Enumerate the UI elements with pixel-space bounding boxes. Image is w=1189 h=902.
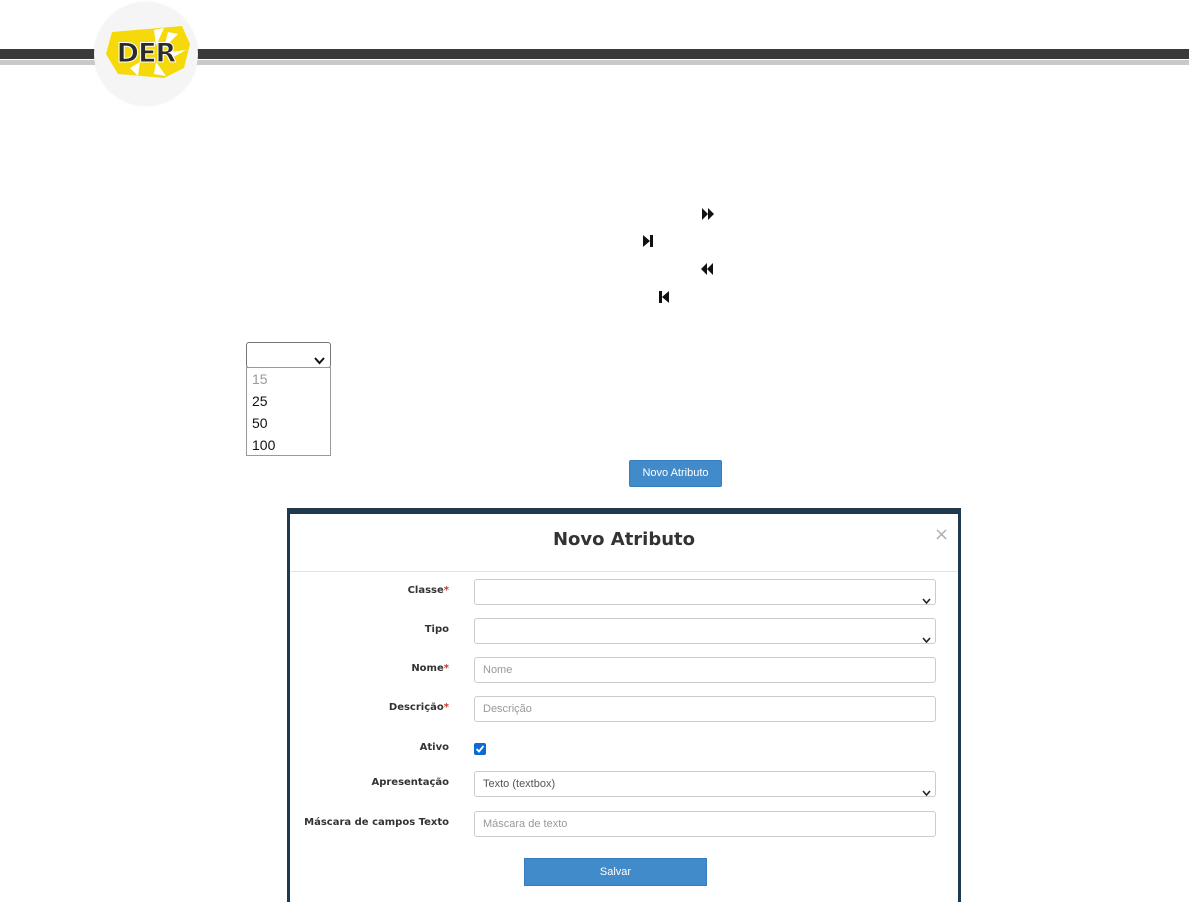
modal-header: Novo Atributo × [290,514,958,572]
chevron-down-icon [922,628,931,652]
modal-title: Novo Atributo [552,529,696,550]
nome-input[interactable]: Nome [474,657,936,683]
mascara-row: Máscara de campos Texto Máscara de texto [290,811,958,838]
apresentacao-label: Apresentação [371,777,449,788]
rewind-icon[interactable] [700,262,714,276]
nome-row: Nome* Nome [290,657,958,684]
page-size-select[interactable] [246,342,331,368]
descricao-label: Descrição* [388,702,449,713]
ativo-row: Ativo [290,736,958,763]
page-size-option-15: 15 [252,371,268,387]
page-size-options: 15 25 50 100 [246,367,331,456]
tipo-label: Tipo [424,624,449,635]
descricao-input[interactable]: Descrição [474,696,936,722]
apresentacao-select[interactable]: Texto (textbox) [474,771,936,797]
first-page-icon[interactable] [657,290,671,304]
mascara-input[interactable]: Máscara de texto [474,811,936,837]
tipo-row: Tipo [290,618,958,645]
novo-atributo-modal: Novo Atributo × Classe* Tipo Nome* Nome … [290,514,958,902]
last-page-icon[interactable] [641,234,655,248]
nome-label: Nome* [411,663,449,674]
page-size-option-100[interactable]: 100 [247,434,330,456]
chevron-down-icon [922,781,931,805]
tipo-select[interactable] [474,618,936,644]
page-size-option-50[interactable]: 50 [247,412,330,434]
ativo-checkbox[interactable] [474,743,486,755]
chevron-down-icon [922,589,931,613]
save-button[interactable]: Salvar [524,858,707,886]
classe-select[interactable] [474,579,936,605]
apresentacao-row: Apresentação Texto (textbox) [290,771,958,798]
descricao-row: Descrição* Descrição [290,696,958,723]
logo-text: DER [116,38,177,70]
fast-forward-icon[interactable] [701,207,715,221]
close-icon[interactable]: × [934,524,949,545]
mascara-label: Máscara de campos Texto [304,817,449,828]
classe-label: Classe* [407,585,449,596]
der-logo: DER [94,2,198,106]
ativo-label: Ativo [419,742,449,753]
page-size-option-25[interactable]: 25 [247,390,330,412]
novo-atributo-button[interactable]: Novo Atributo [629,460,722,487]
classe-row: Classe* [290,579,958,606]
